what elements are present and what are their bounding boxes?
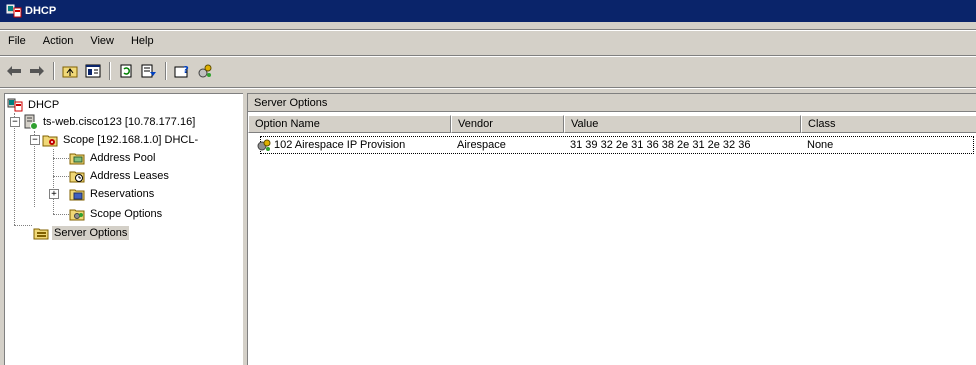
window-title: DHCP (25, 5, 57, 17)
console-tree[interactable]: DHCP − ts-web.cisco123 [10.78.177.16] − … (4, 93, 243, 365)
toolbar-separator (165, 62, 167, 80)
forward-button[interactable] (27, 61, 47, 81)
tree-item-address-pool[interactable]: Address Pool (69, 149, 157, 167)
reservations-icon (69, 189, 85, 201)
tree-item-label: DHCP (28, 99, 60, 111)
svg-text:?: ? (183, 65, 189, 76)
dhcp-root-icon (7, 98, 23, 112)
column-header-value[interactable]: Value (564, 115, 801, 133)
tree-item-label: Address Leases (90, 170, 169, 182)
tree-item-label: Scope Options (90, 208, 163, 220)
tree-item-server-options[interactable]: Server Options (33, 224, 130, 242)
tree-item-dhcp[interactable]: DHCP (7, 96, 61, 114)
toolbar-separator (53, 62, 55, 80)
mmc-window: DHCP File Action View Help ? DHCP − ts-w… (0, 0, 976, 365)
collapse-scope-toggle[interactable]: − (30, 135, 40, 145)
column-headers: Option Name Vendor Value Class (248, 115, 976, 133)
tree-item-scope[interactable]: Scope [192.168.1.0] DHCL- (42, 131, 200, 149)
tree-item-scope-options[interactable]: Scope Options (69, 205, 164, 223)
cell-class: None (807, 139, 834, 151)
column-header-vendor[interactable]: Vendor (451, 115, 564, 133)
tree-item-reservations[interactable]: Reservations (69, 185, 156, 203)
toolbar-bottom-divider (0, 87, 976, 89)
details-pane: Server Options Option Name Vendor Value … (247, 93, 976, 365)
up-one-level-button[interactable] (60, 61, 80, 81)
export-list-icon (141, 64, 156, 78)
menu-bar: File Action View Help (0, 32, 163, 50)
export-list-button[interactable] (139, 61, 159, 81)
show-hide-tree-icon (85, 64, 101, 78)
title-bar[interactable]: DHCP (0, 0, 976, 22)
dhcp-server-icon (198, 64, 212, 78)
tree-connector (53, 158, 69, 159)
forward-arrow-icon (30, 66, 44, 76)
column-header-option-name[interactable]: Option Name (248, 115, 451, 133)
up-folder-icon (62, 66, 78, 78)
dhcp-server-button[interactable] (195, 61, 215, 81)
menu-top-divider (0, 29, 976, 31)
address-pool-icon (69, 153, 85, 165)
tree-item-server[interactable]: ts-web.cisco123 [10.78.177.16] (22, 113, 197, 131)
tree-item-label: Server Options (52, 226, 130, 240)
dhcp-server-icon (24, 114, 38, 130)
tree-connector (14, 113, 15, 225)
option-name-text: 102 Airespace IP Provision (274, 139, 406, 151)
tree-connector (14, 225, 32, 226)
cell-vendor: Airespace (457, 139, 506, 151)
scope-folder-icon (42, 135, 58, 147)
toolbar-separator (109, 62, 111, 80)
tree-item-label: Scope [192.168.1.0] DHCL- (63, 134, 199, 146)
collapse-server-toggle[interactable]: − (10, 117, 20, 127)
scope-options-icon (69, 209, 85, 221)
server-option-icon (257, 139, 271, 151)
toolbar: ? (4, 60, 218, 82)
tree-item-label: Reservations (90, 188, 155, 200)
details-pane-title: Server Options (248, 94, 976, 112)
back-button[interactable] (4, 61, 24, 81)
cell-option-name: 102 Airespace IP Provision (248, 137, 451, 153)
address-leases-icon (69, 171, 85, 183)
help-icon: ? (174, 65, 189, 78)
menu-action[interactable]: Action (35, 32, 83, 50)
expand-reservations-toggle[interactable]: + (49, 189, 59, 199)
tree-item-address-leases[interactable]: Address Leases (69, 167, 171, 185)
help-button[interactable]: ? (172, 61, 192, 81)
refresh-icon (120, 64, 132, 78)
tree-item-label: ts-web.cisco123 [10.78.177.16] (43, 116, 196, 128)
show-hide-console-tree-button[interactable] (83, 61, 103, 81)
back-arrow-icon (7, 66, 21, 76)
tree-connector (53, 176, 69, 177)
table-row[interactable]: 102 Airespace IP Provision Airespace 31 … (248, 136, 976, 154)
menu-help[interactable]: Help (123, 32, 163, 50)
menu-view[interactable]: View (82, 32, 123, 50)
dhcp-app-icon (6, 4, 22, 18)
menu-file[interactable]: File (0, 32, 35, 50)
tree-item-label: Address Pool (90, 152, 156, 164)
toolbar-top-divider (0, 55, 976, 57)
server-options-icon (33, 228, 49, 240)
column-header-class[interactable]: Class (801, 115, 976, 133)
refresh-button[interactable] (116, 61, 136, 81)
cell-value: 31 39 32 2e 31 36 38 2e 31 2e 32 36 (570, 139, 751, 151)
tree-connector (53, 214, 69, 215)
